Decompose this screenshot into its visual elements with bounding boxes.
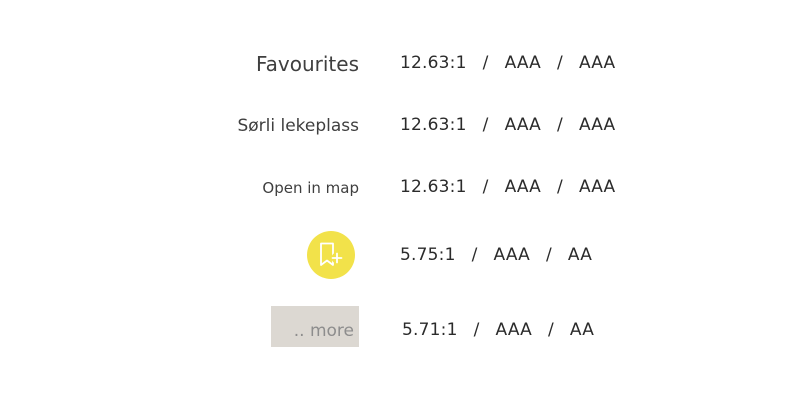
separator: / [545, 245, 552, 265]
contrast-result: 5.71:1 / AAA / AA [402, 320, 594, 340]
contrast-ratio: 12.63:1 [400, 53, 467, 73]
separator: / [547, 320, 554, 340]
contrast-result: 12.63:1 / AAA / AAA [400, 53, 615, 73]
contrast-result: 12.63:1 / AAA / AAA [400, 115, 615, 135]
separator: / [557, 177, 563, 197]
separator: / [473, 320, 480, 340]
sample-place-name: Sørli lekeplass [237, 116, 359, 136]
contrast-result: 12.63:1 / AAA / AAA [400, 177, 615, 197]
wcag-level: AAA [504, 53, 541, 73]
sample-favourites-heading: Favourites [255, 52, 359, 76]
bookmark-plus-icon [320, 242, 343, 266]
more-button[interactable]: .. more [271, 306, 359, 347]
contrast-ratio: 5.71:1 [402, 320, 458, 340]
separator: / [471, 245, 478, 265]
separator: / [557, 53, 563, 73]
sample-open-in-map-link[interactable]: Open in map [262, 179, 359, 197]
wcag-level: AAA [504, 115, 541, 135]
contrast-ratio: 12.63:1 [400, 177, 467, 197]
wcag-level: AAA [504, 177, 541, 197]
separator: / [482, 115, 489, 135]
contrast-result: 5.75:1 / AAA / AA [400, 245, 592, 265]
wcag-level: AAA [578, 53, 616, 73]
contrast-ratio: 12.63:1 [400, 115, 467, 135]
more-button-label: .. more [293, 321, 354, 341]
separator: / [482, 53, 489, 73]
wcag-level: AAA [578, 115, 616, 135]
add-favourite-button[interactable] [307, 231, 355, 279]
wcag-level: AAA [578, 177, 616, 197]
wcag-level: AA [569, 320, 595, 340]
separator: / [482, 177, 489, 197]
separator: / [557, 115, 563, 135]
wcag-level: AA [567, 245, 593, 265]
wcag-level: AAA [495, 320, 532, 340]
contrast-ratio: 5.75:1 [400, 245, 456, 265]
wcag-level: AAA [493, 245, 530, 265]
